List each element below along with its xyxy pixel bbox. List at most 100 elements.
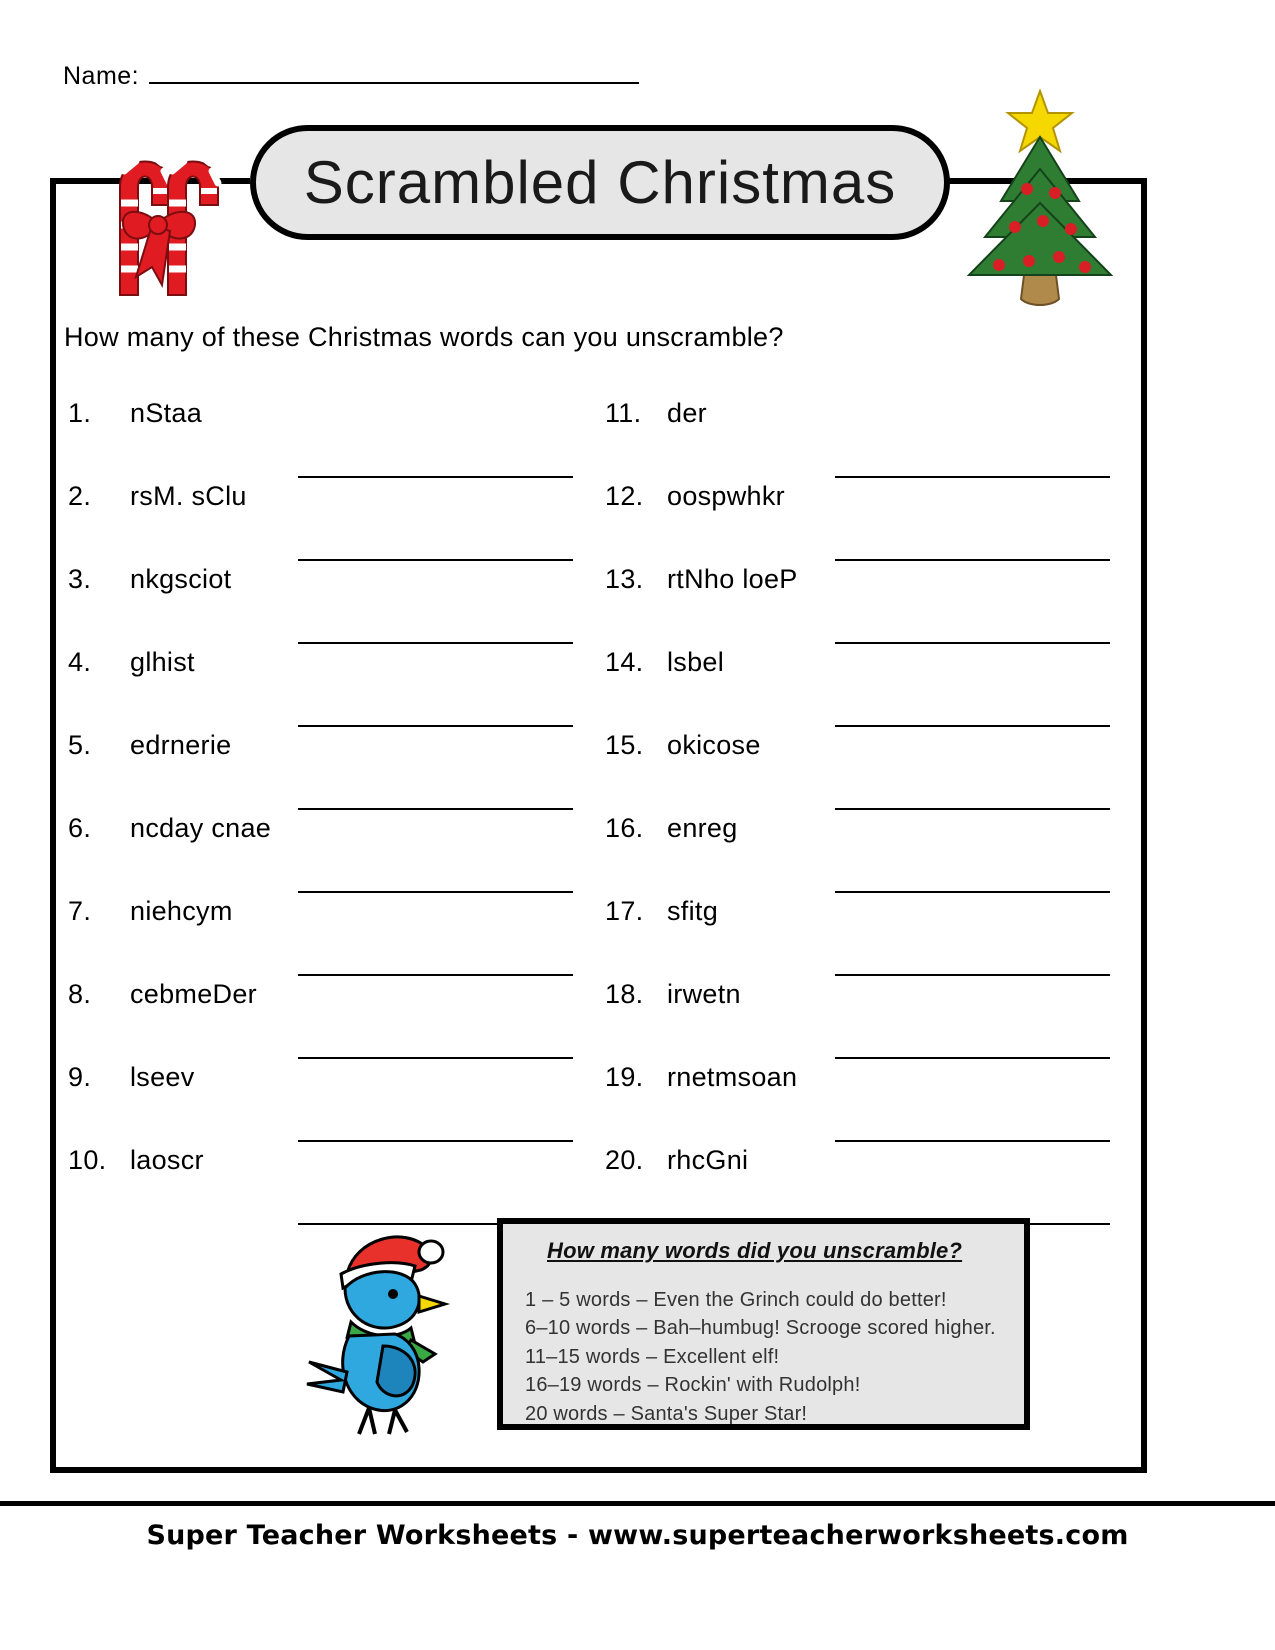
item-number: 2.: [68, 481, 92, 511]
scrambled-word: enreg: [667, 813, 738, 843]
item-number: 11.: [605, 398, 642, 428]
list-item: 8. cebmeDer: [68, 979, 573, 1062]
list-item: 7. niehcym: [68, 896, 573, 979]
score-line: 1 – 5 words – Even the Grinch could do b…: [525, 1289, 947, 1311]
score-key-box: How many words did you unscramble? 1 – 5…: [497, 1218, 1030, 1430]
score-line: 6–10 words – Bah–humbug! Scrooge scored …: [525, 1317, 996, 1340]
answer-blank[interactable]: [835, 1035, 1110, 1059]
list-item: 6. ncday cnae: [68, 813, 573, 896]
worksheet-border-bottom: [50, 1467, 1147, 1473]
item-number: 5.: [68, 730, 92, 760]
item-number: 7.: [68, 896, 92, 926]
answer-blank[interactable]: [298, 537, 573, 561]
list-item: 10. laoscr: [68, 1145, 573, 1228]
scrambled-word: cebmeDer: [130, 979, 257, 1009]
score-line: 20 words – Santa's Super Star!: [525, 1402, 808, 1425]
answer-blank[interactable]: [835, 537, 1110, 561]
scramble-list-right: 11. der 12. oospwhkr 13. rtNho loeP 14. …: [605, 398, 1110, 1228]
scrambled-word: glhist: [130, 647, 195, 677]
scrambled-word: lsbel: [667, 647, 725, 677]
scrambled-word: niehcym: [130, 896, 233, 926]
answer-blank[interactable]: [298, 952, 573, 976]
scrambled-word: lseev: [130, 1062, 195, 1092]
list-item: 14. lsbel: [605, 647, 1110, 730]
item-number: 9.: [68, 1062, 92, 1092]
scrambled-word: edrnerie: [130, 730, 232, 760]
answer-blank[interactable]: [298, 1035, 573, 1059]
list-item: 13. rtNho loeP: [605, 564, 1110, 647]
list-item: 19. rnetmsoan: [605, 1062, 1110, 1145]
answer-blank[interactable]: [835, 786, 1110, 810]
name-input-blank[interactable]: [149, 62, 640, 84]
item-number: 12.: [605, 481, 644, 511]
scrambled-word: rtNho loeP: [667, 564, 798, 594]
item-number: 14.: [605, 647, 644, 677]
page-title: Scrambled Christmas: [303, 149, 897, 216]
answer-blank[interactable]: [298, 786, 573, 810]
item-number: 18.: [605, 979, 644, 1009]
candy-canes-icon: [78, 125, 238, 305]
item-number: 15.: [605, 730, 644, 760]
name-label: Name:: [63, 62, 140, 90]
footer-credit: Super Teacher Worksheets - www.superteac…: [146, 1520, 1129, 1551]
scrambled-word: irwetn: [667, 979, 741, 1009]
instruction-text: How many of these Christmas words can yo…: [64, 322, 784, 352]
worksheet-border-left: [50, 178, 56, 1473]
scrambled-word: rnetmsoan: [667, 1062, 798, 1092]
answer-blank[interactable]: [835, 620, 1110, 644]
title-banner: Scrambled Christmas: [250, 125, 950, 240]
list-item: 16. enreg: [605, 813, 1110, 896]
list-item: 18. irwetn: [605, 979, 1110, 1062]
answer-blank[interactable]: [835, 869, 1110, 893]
item-number: 3.: [68, 564, 92, 594]
item-number: 19.: [605, 1062, 644, 1092]
item-number: 4.: [68, 647, 92, 677]
scrambled-word: nStaa: [130, 398, 203, 428]
answer-blank[interactable]: [298, 1118, 573, 1142]
worksheet-border-right: [1141, 178, 1147, 1473]
list-item: 9. lseev: [68, 1062, 573, 1145]
list-item: 17. sfitg: [605, 896, 1110, 979]
scrambled-word: der: [667, 398, 707, 428]
answer-blank[interactable]: [298, 620, 573, 644]
scrambled-word: oospwhkr: [667, 481, 785, 511]
score-box-title: How many words did you unscramble?: [547, 1238, 963, 1263]
list-item: 12. oospwhkr: [605, 481, 1110, 564]
item-number: 1.: [68, 398, 92, 428]
scrambled-word: ncday cnae: [130, 813, 272, 843]
score-line: 11–15 words – Excellent elf!: [525, 1345, 780, 1368]
christmas-tree-icon: [955, 85, 1125, 325]
item-number: 16.: [605, 813, 644, 843]
answer-blank[interactable]: [298, 869, 573, 893]
item-number: 20.: [605, 1145, 644, 1175]
item-number: 13.: [605, 564, 644, 594]
name-row: Name:: [63, 62, 640, 91]
answer-blank[interactable]: [298, 703, 573, 727]
scrambled-word: nkgsciot: [130, 564, 232, 594]
scrambled-word: rhcGni: [667, 1145, 749, 1175]
scrambled-word: rsM. sClu: [130, 481, 247, 511]
list-item: 11. der: [605, 398, 1110, 481]
answer-blank[interactable]: [835, 454, 1110, 478]
scrambled-word: okicose: [667, 730, 761, 760]
item-number: 17.: [605, 896, 644, 926]
answer-blank[interactable]: [835, 703, 1110, 727]
scrambled-word: laoscr: [130, 1145, 204, 1175]
list-item: 1. nStaa: [68, 398, 573, 481]
list-item: 15. okicose: [605, 730, 1110, 813]
bird-with-santa-hat-icon: [285, 1222, 485, 1437]
item-number: 10.: [68, 1145, 107, 1175]
scramble-list-left: 1. nStaa 2. rsM. sClu 3. nkgsciot 4. glh…: [68, 398, 573, 1228]
list-item: 4. glhist: [68, 647, 573, 730]
item-number: 8.: [68, 979, 92, 1009]
answer-blank[interactable]: [298, 454, 573, 478]
scrambled-word: sfitg: [667, 896, 719, 926]
answer-blank[interactable]: [835, 952, 1110, 976]
footer-divider: [0, 1501, 1275, 1506]
list-item: 2. rsM. sClu: [68, 481, 573, 564]
score-line: 16–19 words – Rockin' with Rudolph!: [525, 1374, 861, 1397]
item-number: 6.: [68, 813, 92, 843]
list-item: 5. edrnerie: [68, 730, 573, 813]
list-item: 20. rhcGni: [605, 1145, 1110, 1228]
answer-blank[interactable]: [835, 1118, 1110, 1142]
